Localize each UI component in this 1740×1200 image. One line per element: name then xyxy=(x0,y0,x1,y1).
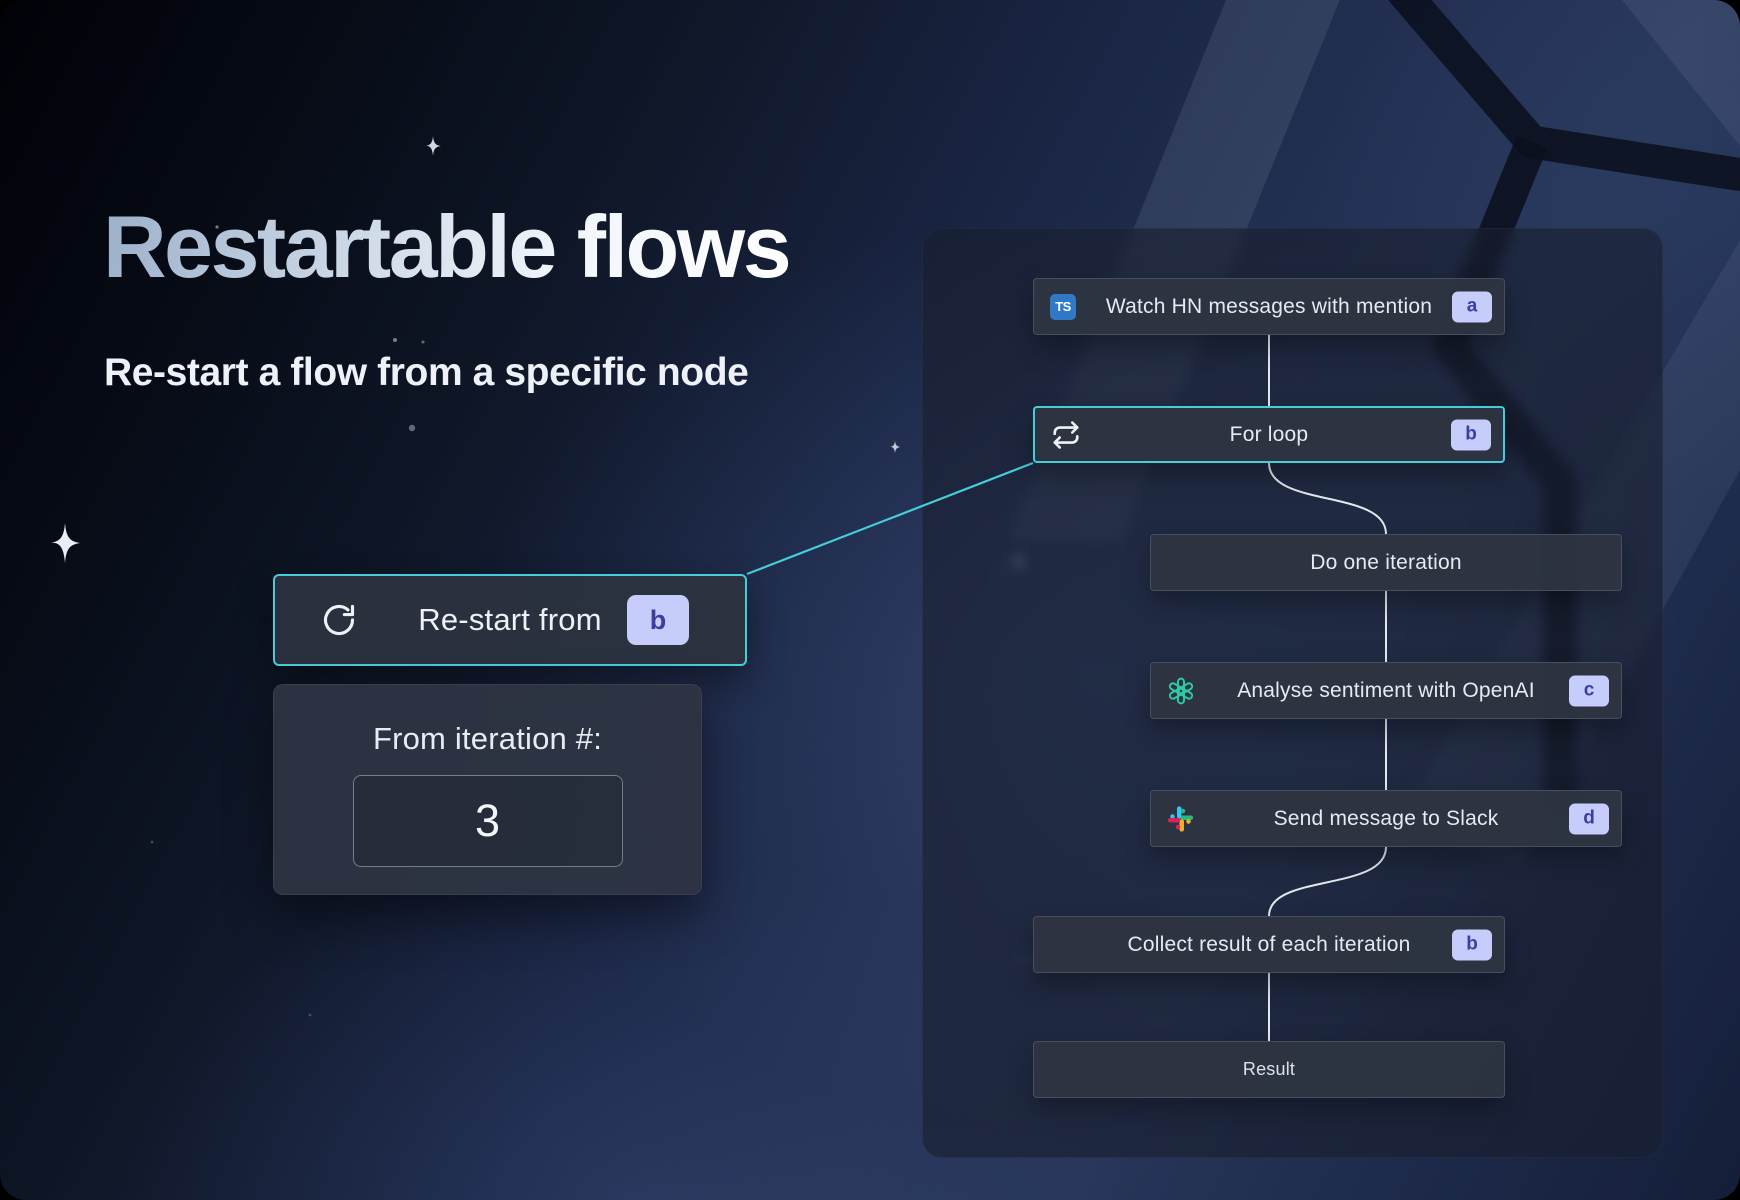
typescript-icon: TS xyxy=(1050,294,1076,320)
node-badge-b: b xyxy=(1451,419,1491,450)
flow-node-analyse-sentiment[interactable]: Analyse sentiment with OpenAI c xyxy=(1150,662,1622,719)
node-badge-b2: b xyxy=(1452,929,1492,960)
iteration-label: From iteration #: xyxy=(274,721,701,757)
iteration-input[interactable] xyxy=(353,775,623,867)
restartable-flows-promo: Restartable flows Re-start a flow from a… xyxy=(0,0,1740,1200)
node-badge-c: c xyxy=(1569,675,1609,706)
node-badge-a: a xyxy=(1452,291,1492,322)
restart-step-badge: b xyxy=(627,595,689,645)
node-badge-d: d xyxy=(1569,803,1609,834)
flow-node-collect-results[interactable]: Collect result of each iteration b xyxy=(1033,916,1505,973)
flow-node-do-one-iteration[interactable]: Do one iteration xyxy=(1150,534,1622,591)
slack-icon xyxy=(1167,805,1194,832)
flow-node-watch-hn[interactable]: TS Watch HN messages with mention a xyxy=(1033,278,1505,335)
repeat-icon xyxy=(1051,420,1081,450)
openai-icon xyxy=(1167,677,1195,705)
flow-node-send-slack[interactable]: Send message to Slack d xyxy=(1150,790,1622,847)
restart-from-card[interactable]: Re-start from b xyxy=(273,574,747,666)
page-subtitle: Re-start a flow from a specific node xyxy=(104,351,748,395)
flow-node-for-loop[interactable]: For loop b xyxy=(1033,406,1505,463)
iteration-card: From iteration #: xyxy=(273,684,702,895)
page-title: Restartable flows xyxy=(103,196,789,297)
flow-node-result[interactable]: Result xyxy=(1033,1041,1505,1098)
